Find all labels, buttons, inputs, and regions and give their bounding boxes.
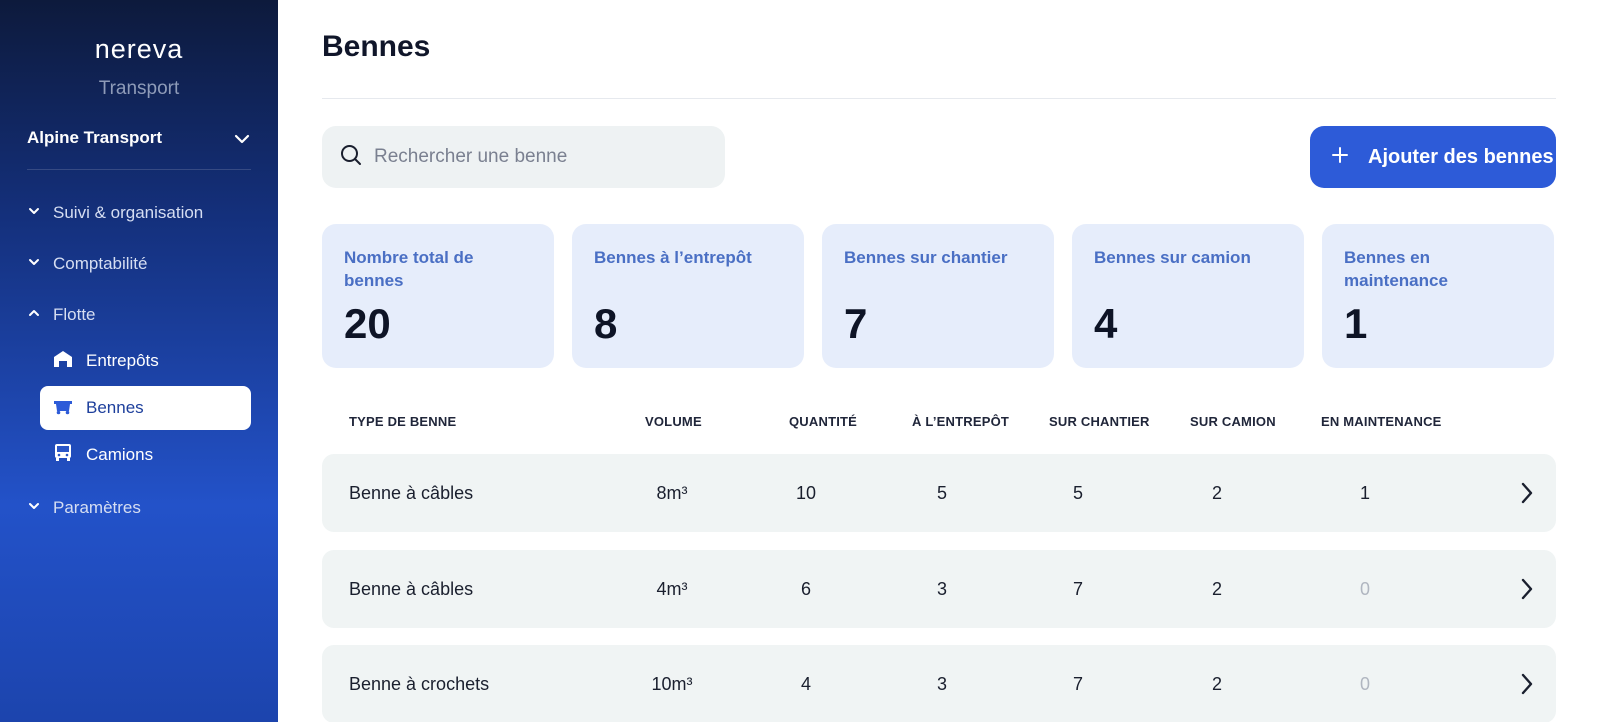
stat-value: 7 [844, 300, 868, 347]
stat-value: 20 [344, 300, 391, 347]
chevron-down-icon [27, 203, 53, 223]
page-title: Bennes [322, 30, 431, 63]
organization-name: Alpine Transport [27, 128, 163, 147]
plus-icon [1332, 146, 1368, 169]
cell-volume: 10m³ [651, 674, 693, 694]
app-logo[interactable]: nereva [0, 34, 278, 65]
stat-value: 8 [594, 300, 618, 347]
cell-camion: 2 [1211, 674, 1222, 694]
column-header-volume: VOLUME [645, 414, 702, 429]
nav-section-label: Comptabilité [53, 254, 148, 273]
search-icon [340, 144, 362, 171]
chevron-down-icon [27, 498, 53, 518]
cell-volume: 8m³ [656, 483, 688, 503]
stat-label: Nombre total de bennes [344, 248, 474, 290]
stat-label: Bennes en maintenance [1344, 248, 1448, 290]
table-row[interactable]: Benne à câbles 8m³ 10 5 5 2 1 [322, 454, 1556, 532]
cell-chantier: 7 [1072, 674, 1083, 694]
sidebar-item-label: Bennes [86, 398, 144, 417]
truck-icon [53, 443, 86, 468]
sidebar-item-entrepots[interactable]: Entrepôts [40, 339, 251, 383]
cell-entrepot: 5 [936, 483, 947, 503]
nav-section-label: Flotte [53, 305, 96, 324]
column-header-maintenance: EN MAINTENANCE [1321, 414, 1442, 429]
app-subtitle: Transport [98, 78, 180, 99]
sidebar-item-label: Camions [86, 445, 154, 464]
nav-section-label: Paramètres [53, 498, 141, 517]
table-row[interactable]: Benne à câbles 4m³ 6 3 7 2 0 [322, 550, 1556, 628]
nav-section-comptabilite[interactable]: Comptabilité [27, 254, 148, 274]
cell-type: Benne à crochets [349, 674, 490, 694]
cell-entrepot: 3 [936, 674, 947, 694]
divider [322, 98, 1556, 99]
stat-card-total: Nombre total de bennes 20 [322, 224, 554, 368]
organization-selector[interactable]: Alpine Transport [27, 128, 251, 170]
chevron-down-icon [27, 254, 53, 274]
cell-quantite: 4 [800, 674, 811, 694]
stat-label: Bennes sur camion [1094, 248, 1251, 267]
cell-volume: 4m³ [656, 579, 688, 599]
add-bennes-label: Ajouter des bennes [1368, 145, 1554, 168]
nav-section-parametres[interactable]: Paramètres [27, 498, 141, 518]
sidebar-item-bennes[interactable]: Bennes [40, 386, 251, 430]
chevron-down-icon [233, 128, 251, 153]
sidebar-item-label: Entrepôts [86, 351, 159, 370]
search-input[interactable] [374, 146, 704, 168]
stat-card-chantier: Bennes sur chantier 7 [822, 224, 1054, 368]
stat-card-entrepot: Bennes à l’entrepôt 8 [572, 224, 804, 368]
cell-quantite: 10 [795, 483, 817, 503]
column-header-chantier: SUR CHANTIER [1049, 414, 1150, 429]
cell-type: Benne à câbles [349, 483, 474, 503]
cell-maintenance: 1 [1359, 483, 1370, 503]
add-bennes-button[interactable]: Ajouter des bennes [1310, 126, 1556, 188]
cell-camion: 2 [1211, 483, 1222, 503]
chevron-up-icon [27, 305, 53, 325]
dumpster-icon [53, 397, 86, 420]
search-box[interactable] [322, 126, 725, 188]
sidebar-item-camions[interactable]: Camions [40, 433, 251, 477]
cell-maintenance: 0 [1359, 674, 1370, 694]
sidebar: nereva Transport Alpine Transport Suivi … [0, 0, 278, 722]
cell-quantite: 6 [800, 579, 811, 599]
stat-value: 4 [1094, 300, 1118, 347]
cell-chantier: 5 [1072, 483, 1083, 503]
chevron-right-icon[interactable] [1520, 673, 1534, 700]
cell-entrepot: 3 [936, 579, 947, 599]
table-row[interactable]: Benne à crochets 10m³ 4 3 7 2 0 [322, 645, 1556, 722]
cell-maintenance: 0 [1359, 579, 1370, 599]
column-header-camion: SUR CAMION [1190, 414, 1276, 429]
chevron-right-icon[interactable] [1520, 482, 1534, 509]
column-header-entrepot: À L’ENTREPÔT [912, 414, 1010, 429]
stat-card-camion: Bennes sur camion 4 [1072, 224, 1304, 368]
stat-card-maintenance: Bennes en maintenance 1 [1322, 224, 1554, 368]
chevron-right-icon[interactable] [1520, 578, 1534, 605]
nav-section-flotte[interactable]: Flotte [27, 305, 96, 325]
stat-value: 1 [1344, 300, 1368, 347]
stat-label: Bennes sur chantier [844, 248, 1008, 267]
cell-type: Benne à câbles [349, 579, 474, 599]
stat-label: Bennes à l’entrepôt [594, 248, 752, 267]
main-content: Bennes Ajouter des bennes Nombre total d… [278, 0, 1600, 722]
cell-chantier: 7 [1072, 579, 1083, 599]
column-header-quantite: QUANTITÉ [789, 414, 858, 429]
cell-camion: 2 [1211, 579, 1222, 599]
column-header-type: TYPE DE BENNE [349, 414, 457, 429]
warehouse-icon [53, 350, 86, 373]
nav-section-label: Suivi & organisation [53, 203, 204, 222]
nav-section-suivi[interactable]: Suivi & organisation [27, 203, 203, 223]
